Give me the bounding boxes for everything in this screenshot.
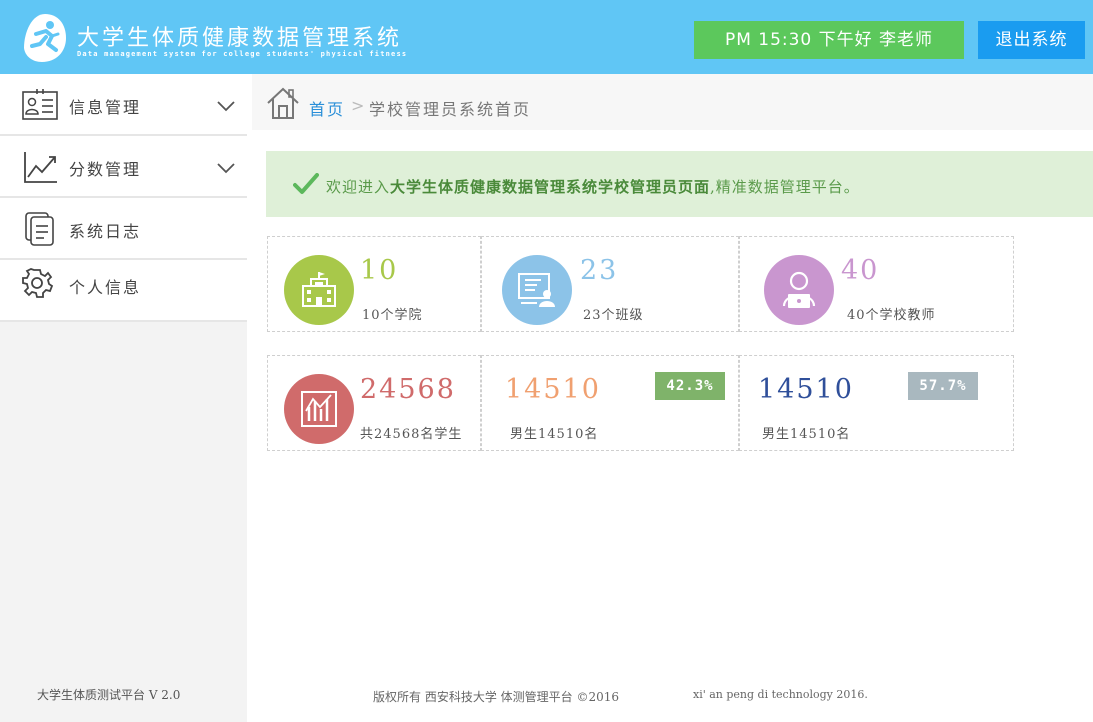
sidebar-menu: 信息管理 分数管理 系统日志 个人信息 [0,74,247,322]
stat-icon-circle [284,374,354,444]
breadcrumb-home-link[interactable]: 首页 [309,96,345,120]
breadcrumb-separator: > [351,96,365,115]
teacher-icon [782,271,816,308]
sidebar-item-score-management[interactable]: 分数管理 [0,136,247,198]
stat-caption: 共24568名学生 [360,427,463,442]
line-chart-icon [24,152,57,183]
runner-logo-icon [24,14,66,62]
sidebar-item-info-management[interactable]: 信息管理 [0,74,247,136]
percent-badge: 42.3% [655,372,725,400]
stat-caption: 男生14510名 [510,427,599,442]
gear-icon [22,268,54,298]
stat-value: 14510 [758,374,854,405]
school-building-icon [302,272,336,307]
welcome-message: 欢迎进入大学生体质健康数据管理系统学校管理员页面,精准数据管理平台。 [326,178,860,196]
sidebar-item-personal-info[interactable]: 个人信息 [0,260,247,322]
percent-badge: 57.7% [908,372,978,400]
chevron-down-icon[interactable] [217,100,235,112]
stat-card-teachers: 40 40个学校教师 [739,236,1014,332]
logout-button[interactable]: 退出系统 [978,21,1085,59]
stat-card-male-students: 14510 42.3% 男生14510名 [481,355,739,451]
stat-caption: 40个学校教师 [847,308,936,323]
sidebar-item-label: 个人信息 [69,278,142,297]
home-icon[interactable] [266,86,300,120]
stat-card-classes: 23 23个班级 [481,236,739,332]
sidebar-item-system-log[interactable]: 系统日志 [0,198,247,260]
version-label: 大学生体质测试平台 V 2.0 [37,688,181,702]
id-card-icon [22,89,58,120]
footer-english: xi' an peng di technology 2016. [693,688,868,701]
sidebar-item-label: 信息管理 [69,98,142,117]
app-subtitle: Data management system for college stude… [77,50,408,58]
stat-value: 10 [360,255,399,286]
stat-value: 14510 [505,374,601,405]
bar-chart-icon [301,391,337,427]
stat-value: 40 [841,255,880,286]
stat-caption: 10个学院 [362,308,423,323]
stat-icon-circle [284,255,354,325]
welcome-banner: 欢迎进入大学生体质健康数据管理系统学校管理员页面,精准数据管理平台。 [266,151,1093,217]
header-bar: 大学生体质健康数据管理系统 Data management system for… [0,0,1093,74]
stat-value: 23 [580,255,619,286]
stat-caption: 23个班级 [583,308,644,323]
time-greeting: PM 15:30 下午好 李老师 [694,21,964,59]
checkmark-icon [293,173,319,194]
document-icon [25,212,54,246]
breadcrumb: 首页 > 学校管理员系统首页 [252,74,1093,130]
classroom-icon [518,273,555,307]
stat-icon-circle [502,255,572,325]
welcome-highlight: 大学生体质健康数据管理系统学校管理员页面 [390,178,711,196]
stat-card-female-students: 14510 57.7% 男生14510名 [739,355,1014,451]
stat-value: 24568 [360,374,456,405]
stat-caption: 男生14510名 [762,427,851,442]
stat-card-students: 24568 共24568名学生 [267,355,481,451]
stat-icon-circle [764,255,834,325]
sidebar-item-label: 系统日志 [69,222,142,241]
footer-copyright: 版权所有 西安科技大学 体测管理平台 ©2016 [373,690,619,704]
chevron-down-icon[interactable] [217,162,235,174]
breadcrumb-current: 学校管理员系统首页 [369,100,532,119]
stat-card-colleges: 10 10个学院 [267,236,481,332]
sidebar: 信息管理 分数管理 系统日志 个人信息 大学生体质测试平台 V 2.0 [0,74,247,722]
sidebar-item-label: 分数管理 [69,160,142,179]
app-title: 大学生体质健康数据管理系统 [77,26,403,51]
